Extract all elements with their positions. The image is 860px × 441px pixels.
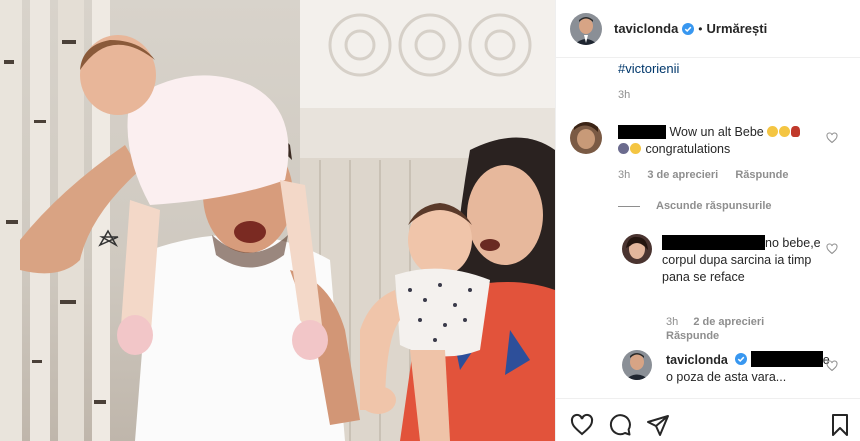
- reply-meta: 3h 2 de aprecieri Răspunde: [666, 315, 764, 343]
- author-username[interactable]: taviclonda: [614, 21, 678, 36]
- heart-icon[interactable]: [826, 243, 838, 255]
- reply-time[interactable]: 3h: [666, 316, 678, 328]
- reply-button[interactable]: Răspunde: [735, 169, 788, 181]
- comment-body: Wow un alt Bebe: [669, 125, 764, 139]
- caption-time[interactable]: 3h: [618, 89, 630, 101]
- following-button[interactable]: Urmărești: [707, 21, 768, 36]
- emoji-icon: [630, 143, 641, 154]
- header-separator: •: [698, 21, 703, 36]
- comment-body-line2: congratulations: [645, 142, 731, 156]
- reply-likes[interactable]: 2 de aprecieri: [693, 316, 764, 328]
- post-header: taviclonda • Urmărești: [556, 0, 860, 58]
- caption-hashtag[interactable]: #victorienii: [618, 61, 679, 76]
- post-photo[interactable]: [0, 0, 555, 441]
- redacted-text: [750, 351, 823, 367]
- instagram-post-modal: taviclonda • Urmărești #victorienii 3h W…: [0, 0, 860, 441]
- reply-username[interactable]: taviclonda: [666, 353, 728, 367]
- redacted-username: [662, 235, 765, 250]
- comment-avatar[interactable]: [570, 122, 602, 154]
- share-icon[interactable]: [646, 413, 670, 437]
- comment-icon[interactable]: [608, 413, 632, 437]
- verified-badge-icon: [735, 353, 748, 365]
- pregnant-emoji-icon: [791, 126, 801, 137]
- redacted-username: [618, 125, 666, 139]
- comment-likes[interactable]: 3 de aprecieri: [647, 169, 718, 181]
- hide-replies-button[interactable]: Ascunde răspunsurile: [618, 200, 772, 212]
- reply-text: no bebe,e corpul dupa sarcina ia timp pa…: [662, 235, 822, 286]
- post-actions-bar: [556, 398, 860, 441]
- emoji-icon: [767, 126, 779, 137]
- comment-text: Wow un alt Bebe congratulations: [618, 124, 828, 158]
- author-avatar[interactable]: [570, 12, 602, 45]
- comments-list[interactable]: #victorienii 3h Wow un alt Bebe congratu…: [556, 58, 860, 398]
- like-heart-icon[interactable]: [570, 413, 594, 437]
- reply-button[interactable]: Răspunde: [666, 330, 719, 342]
- comment-meta: 3h 3 de aprecieri Răspunde: [618, 169, 803, 181]
- family-photo-illustration: [0, 0, 555, 441]
- hide-replies-label[interactable]: Ascunde răspunsurile: [656, 200, 772, 212]
- comment-time[interactable]: 3h: [618, 169, 630, 181]
- verified-badge-icon: [682, 22, 695, 35]
- emoji-icon: [618, 143, 629, 154]
- reply-body: o poza de asta vara...: [666, 370, 787, 384]
- reply-text: taviclonda e o poza de asta vara...: [666, 351, 831, 386]
- reply-body-prefix: no: [765, 236, 779, 250]
- reply-avatar-author[interactable]: [622, 350, 652, 380]
- bookmark-icon[interactable]: [828, 413, 852, 437]
- heart-icon[interactable]: [826, 360, 838, 372]
- divider-line: [618, 205, 640, 207]
- reply-avatar[interactable]: [622, 234, 652, 264]
- emoji-icon: [779, 126, 791, 137]
- post-sidebar: taviclonda • Urmărești #victorienii 3h W…: [555, 0, 860, 441]
- heart-icon[interactable]: [826, 132, 838, 144]
